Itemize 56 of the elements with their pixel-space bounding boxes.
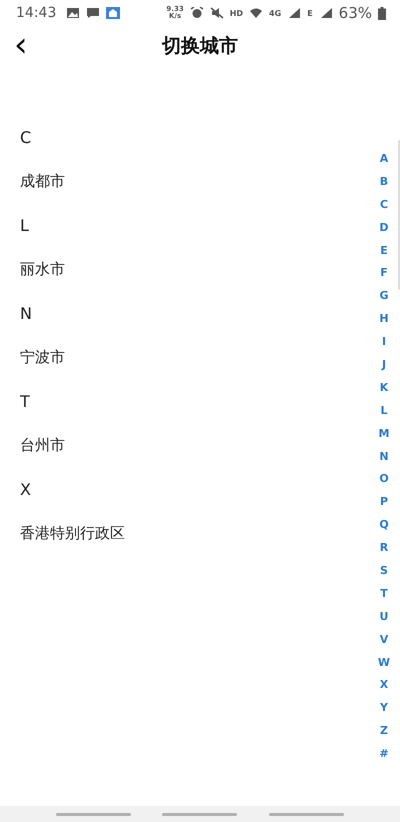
signal-icon bbox=[287, 7, 302, 19]
index-letter[interactable]: M bbox=[378, 422, 390, 445]
index-letter[interactable]: T bbox=[380, 582, 388, 605]
index-letter[interactable]: O bbox=[379, 467, 389, 490]
city-item[interactable]: 宁波市 bbox=[20, 334, 65, 380]
index-letter[interactable]: Z bbox=[380, 719, 388, 742]
index-letter[interactable]: R bbox=[380, 536, 388, 560]
battery-icon bbox=[378, 6, 386, 20]
city-item[interactable]: 成都市 bbox=[20, 158, 65, 204]
index-letter[interactable]: H bbox=[379, 307, 389, 330]
index-letter[interactable]: I bbox=[382, 330, 386, 354]
section-letter: L bbox=[20, 214, 29, 236]
status-time: 14:43 bbox=[16, 5, 56, 21]
index-letter[interactable]: # bbox=[379, 742, 389, 766]
index-letter[interactable]: Y bbox=[380, 696, 388, 720]
battery-percent: 63% bbox=[338, 4, 372, 22]
signal-icon bbox=[318, 7, 333, 19]
index-letter[interactable]: C bbox=[380, 192, 388, 216]
index-letter[interactable]: F bbox=[380, 261, 388, 284]
index-letter[interactable]: Q bbox=[379, 513, 389, 536]
index-letter[interactable]: W bbox=[378, 650, 390, 674]
nav-handle[interactable] bbox=[56, 812, 131, 816]
section-letter: N bbox=[20, 302, 32, 324]
index-letter[interactable]: G bbox=[379, 284, 389, 308]
alarm-icon bbox=[190, 7, 204, 19]
message-icon bbox=[86, 7, 100, 19]
index-letter[interactable]: X bbox=[380, 673, 388, 696]
index-letter[interactable]: N bbox=[379, 444, 389, 468]
image-icon bbox=[66, 7, 80, 19]
mute-icon bbox=[210, 7, 224, 19]
section-letter: T bbox=[20, 390, 30, 412]
index-letter[interactable]: S bbox=[380, 559, 388, 582]
hd-label: HD bbox=[230, 8, 244, 18]
back-button[interactable]: ‹ bbox=[10, 30, 32, 60]
wifi-icon bbox=[249, 7, 264, 19]
city-item[interactable]: 丽水市 bbox=[20, 246, 65, 292]
city-item[interactable]: 香港特别行政区 bbox=[20, 510, 125, 556]
network-label: E bbox=[307, 8, 313, 18]
index-letter[interactable]: D bbox=[379, 216, 389, 239]
index-letter[interactable]: U bbox=[380, 604, 388, 628]
network-label: 4G bbox=[269, 8, 282, 18]
index-letter[interactable]: K bbox=[380, 376, 388, 399]
page-title: 切换城市 bbox=[162, 34, 238, 59]
section-letter: C bbox=[20, 126, 32, 148]
index-letter[interactable]: B bbox=[380, 170, 388, 193]
nav-handle[interactable] bbox=[269, 812, 344, 816]
city-item[interactable]: 台州市 bbox=[20, 422, 65, 468]
index-letter[interactable]: J bbox=[382, 353, 386, 376]
app-icon bbox=[106, 7, 120, 19]
index-letter[interactable]: A bbox=[380, 147, 388, 170]
index-letter[interactable]: V bbox=[380, 628, 388, 651]
section-letter: X bbox=[20, 478, 31, 500]
index-letter[interactable]: L bbox=[380, 398, 388, 422]
index-letter[interactable]: P bbox=[380, 490, 388, 514]
nav-handle[interactable] bbox=[162, 812, 238, 816]
index-letter[interactable]: E bbox=[380, 238, 388, 262]
